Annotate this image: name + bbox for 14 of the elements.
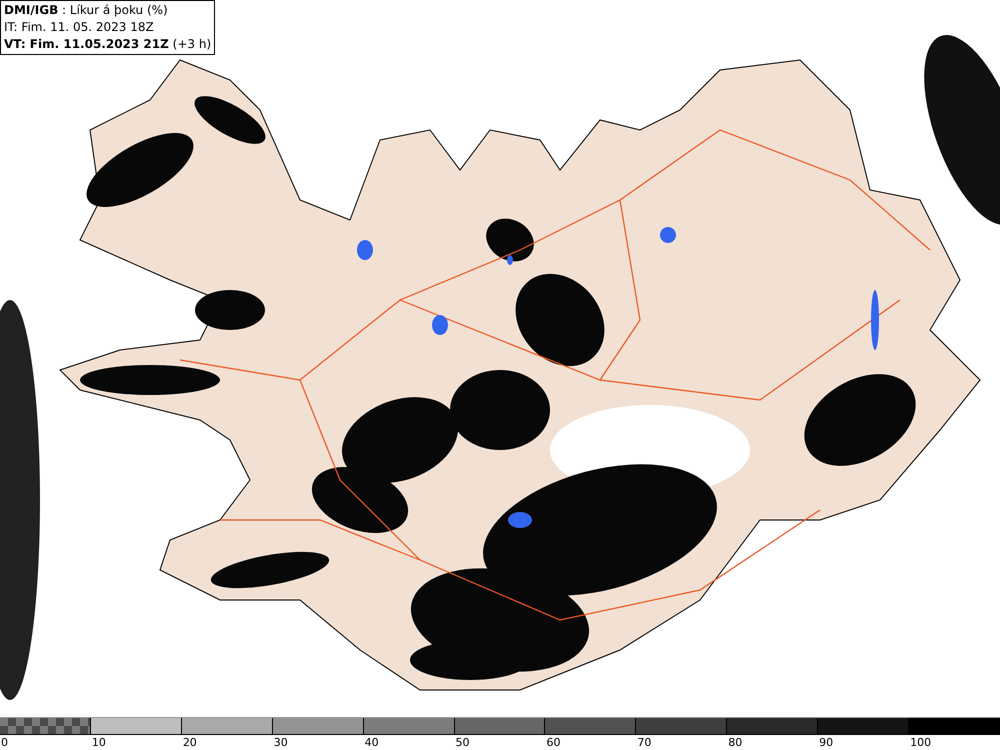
legend-tick-label: 50 [456, 736, 470, 749]
legend-tick-label: 10 [92, 736, 106, 749]
legend-tick-label: 60 [546, 736, 560, 749]
legend-tick-label: 90 [819, 736, 834, 749]
legend-tick-label: 0 [1, 736, 8, 749]
legend-tick-label: 70 [637, 736, 652, 749]
legend-tick-label: 30 [274, 736, 288, 749]
legend-tick-label: 80 [728, 736, 742, 749]
legend-tick-label: 20 [182, 736, 197, 749]
header-text: IT: Fim. 11. 05. 2023 18Z [4, 19, 155, 36]
legend-tick-label: 100 [910, 736, 932, 749]
legend-tick-label: 40 [364, 736, 379, 749]
header-text: VT: Fim. 11.05.2023 21Z (+3 h) [4, 36, 212, 53]
header-text: DMI/IGB : Líkur á þoku (%) [4, 2, 169, 19]
